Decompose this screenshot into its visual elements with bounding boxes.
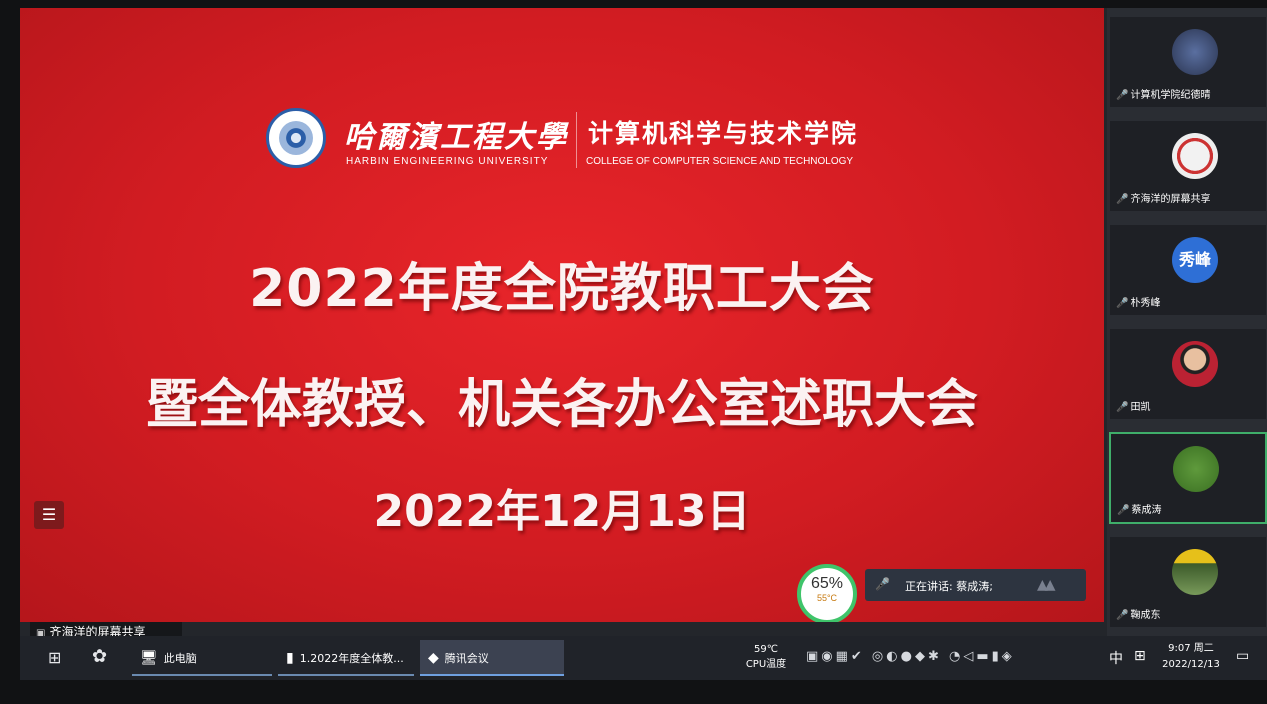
participant-tile[interactable]: 🎤 田凯 — [1109, 328, 1267, 420]
slide-title-line2: 暨全体教授、机关各办公室述职大会 — [145, 375, 978, 435]
avatar — [1172, 549, 1218, 595]
speaking-indicator: 🎤 正在讲话: 蔡成涛; ▲▲ — [865, 569, 1086, 601]
logo-divider — [576, 112, 577, 168]
slide-date: 2022年12月13日 — [373, 486, 751, 537]
microphone-icon: 🎤 — [875, 577, 890, 591]
college-name-cn: 计算机科学与技术学院 — [588, 119, 859, 148]
logo-row: 哈爾濱工程大學 HARBIN ENGINEERING UNIVERSITY 计算… — [266, 104, 906, 178]
document-icon: ▮ — [286, 650, 294, 666]
notification-icon[interactable]: ▭ — [1236, 648, 1249, 664]
university-name-en: HARBIN ENGINEERING UNIVERSITY — [346, 156, 549, 167]
participant-name: 蔡成涛 — [1131, 505, 1162, 516]
ime-language[interactable]: 中 — [1109, 648, 1123, 668]
participant-name: 田凯 — [1130, 402, 1151, 413]
participant-tile[interactable]: 🎤 鞠成东 — [1109, 536, 1267, 628]
microphone-icon: 🎤 — [1116, 90, 1129, 101]
tencent-meeting-logo-icon: ▲▲ — [1037, 577, 1055, 593]
participant-tile-active[interactable]: 🎤 蔡成涛 — [1109, 432, 1267, 524]
speaking-text: 正在讲话: 蔡成涛; — [905, 580, 993, 593]
participant-tile[interactable]: 🎤 计算机学院纪德晴 — [1109, 16, 1267, 108]
tencent-meeting-icon: ◆ — [428, 650, 439, 666]
taskbar-clock[interactable]: 9:07 周二 2022/12/13 — [1156, 641, 1226, 673]
windows-start-icon[interactable]: ⊞ — [48, 648, 61, 667]
participant-name: 计算机学院纪德晴 — [1130, 90, 1211, 101]
microphone-icon: 🎤 — [1116, 402, 1129, 413]
screen: 哈爾濱工程大學 HARBIN ENGINEERING UNIVERSITY 计算… — [20, 8, 1267, 680]
cortana-icon[interactable]: ✿ — [92, 646, 107, 667]
microphone-icon: 🎤 — [1116, 610, 1129, 621]
avatar: 秀峰 — [1172, 237, 1218, 283]
participants-panel: 🎤 计算机学院纪德晴 🎤 齐海洋的屏幕共享 秀峰 🎤 朴秀峰 🎤 田凯 🎤 蔡成涛 🎤 鞠成… — [1107, 8, 1267, 636]
university-seal-icon — [266, 108, 326, 168]
taskbar-item-this-pc[interactable]: 🖥 此电脑 — [132, 640, 272, 676]
list-menu-icon[interactable]: ☰ — [34, 501, 64, 529]
microphone-icon: 🎤 — [1117, 505, 1130, 516]
avatar — [1172, 341, 1218, 387]
participant-name: 鞠成东 — [1130, 610, 1161, 621]
avatar — [1172, 29, 1218, 75]
participant-name: 朴秀峰 — [1130, 298, 1161, 309]
avatar — [1172, 133, 1218, 179]
cpu-gauge[interactable]: 65% 55°C — [797, 564, 857, 622]
taskbar-item-presentation[interactable]: ▮ 1.2022年度全体教... — [278, 640, 414, 676]
slide-title-line1: 2022年度全院教职工大会 — [249, 259, 875, 319]
computer-icon: 🖥 — [140, 650, 158, 666]
avatar — [1173, 446, 1219, 492]
system-tray-icons[interactable]: ▣◉▦✔ ◎◐●◆✱ ◔◁▬▮◈ — [806, 649, 1015, 664]
input-method-icon[interactable]: ⊞ — [1134, 648, 1146, 664]
university-name-cn: 哈爾濱工程大學 — [344, 120, 568, 155]
participant-tile[interactable]: 秀峰 🎤 朴秀峰 — [1109, 224, 1267, 316]
cpu-temp: 55°C — [816, 593, 838, 603]
participant-tile[interactable]: 🎤 齐海洋的屏幕共享 — [1109, 120, 1267, 212]
cpu-percent: 65% — [810, 575, 844, 592]
shared-slide: 哈爾濱工程大學 HARBIN ENGINEERING UNIVERSITY 计算… — [20, 8, 1104, 622]
college-name-en: COLLEGE OF COMPUTER SCIENCE AND TECHNOLO… — [586, 156, 854, 167]
microphone-icon: 🎤 — [1116, 194, 1129, 205]
taskbar: ⊞ ✿ 🖥 此电脑 ▮ 1.2022年度全体教... ◆ 腾讯会议 59℃ CPU温度… — [20, 636, 1267, 680]
microphone-icon: 🎤 — [1116, 298, 1129, 309]
taskbar-item-tencent-meeting[interactable]: ◆ 腾讯会议 — [420, 640, 564, 676]
participant-name: 齐海洋的屏幕共享 — [1130, 194, 1211, 205]
taskbar-cpu-temp[interactable]: 59℃ CPU温度 — [738, 642, 794, 672]
